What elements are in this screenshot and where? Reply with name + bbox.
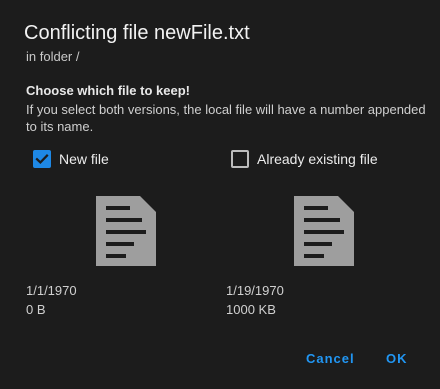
existing-file-checkbox[interactable] (231, 150, 249, 168)
document-icon (96, 196, 156, 266)
new-file-size: 0 B (26, 302, 46, 317)
explanation-text: If you select both versions, the local f… (26, 102, 426, 134)
new-file-date: 1/1/1970 (26, 283, 77, 298)
ok-button[interactable]: OK (386, 351, 408, 373)
document-icon (294, 196, 354, 266)
existing-file-size: 1000 KB (226, 302, 276, 317)
existing-file-label: Already existing file (257, 151, 378, 167)
new-file-checkbox[interactable] (33, 150, 51, 168)
new-file-option[interactable]: New file (33, 149, 109, 169)
checkmark-icon (35, 154, 49, 164)
cancel-button[interactable]: Cancel (306, 351, 355, 373)
conflict-dialog: Conflicting file newFile.txt in folder /… (0, 0, 440, 389)
existing-file-date: 1/19/1970 (226, 283, 284, 298)
dialog-subtitle: in folder / (26, 49, 80, 64)
new-file-label: New file (59, 151, 109, 167)
choose-heading: Choose which file to keep! (26, 83, 190, 98)
existing-file-option[interactable]: Already existing file (231, 149, 378, 169)
dialog-title: Conflicting file newFile.txt (24, 22, 250, 44)
